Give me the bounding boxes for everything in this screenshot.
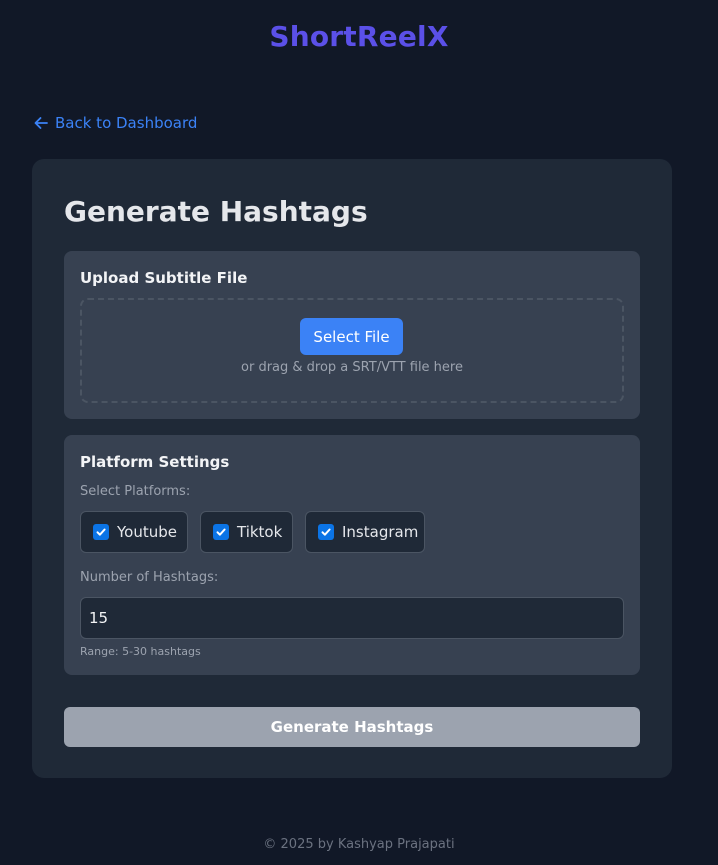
platform-settings-section: Platform Settings Select Platforms: Yout… xyxy=(64,435,640,675)
page-title: Generate Hashtags xyxy=(64,195,368,228)
check-icon xyxy=(96,528,106,536)
select-platforms-label: Select Platforms: xyxy=(80,484,191,499)
platform-section-title: Platform Settings xyxy=(80,453,230,471)
platform-option-tiktok[interactable]: Tiktok xyxy=(200,511,293,553)
platform-label: Tiktok xyxy=(237,523,283,541)
upload-section-title: Upload Subtitle File xyxy=(80,269,248,287)
check-icon xyxy=(321,528,331,536)
platform-option-instagram[interactable]: Instagram xyxy=(305,511,425,553)
upload-section: Upload Subtitle File Select File or drag… xyxy=(64,251,640,419)
check-icon xyxy=(216,528,226,536)
youtube-checkbox[interactable] xyxy=(93,524,109,540)
page: ShortReelX Back to Dashboard Generate Ha… xyxy=(0,0,718,865)
generate-hashtags-card: Generate Hashtags Upload Subtitle File S… xyxy=(32,159,672,778)
range-hint: Range: 5-30 hashtags xyxy=(80,645,201,658)
platform-option-youtube[interactable]: Youtube xyxy=(80,511,188,553)
tiktok-checkbox[interactable] xyxy=(213,524,229,540)
back-link-label: Back to Dashboard xyxy=(55,114,198,132)
arrow-left-icon xyxy=(34,117,48,129)
select-file-button[interactable]: Select File xyxy=(300,318,403,355)
dropzone-hint: or drag & drop a SRT/VTT file here xyxy=(241,360,463,375)
file-dropzone[interactable]: Select File or drag & drop a SRT/VTT fil… xyxy=(80,298,624,403)
footer-copyright: © 2025 by Kashyap Prajapati xyxy=(263,837,455,852)
hashtag-count-label: Number of Hashtags: xyxy=(80,570,219,585)
instagram-checkbox[interactable] xyxy=(318,524,334,540)
hashtag-count-input[interactable] xyxy=(80,597,624,639)
platform-label: Instagram xyxy=(342,523,419,541)
brand-logo[interactable]: ShortReelX xyxy=(0,20,718,53)
generate-hashtags-button[interactable]: Generate Hashtags xyxy=(64,707,640,747)
back-to-dashboard-link[interactable]: Back to Dashboard xyxy=(34,114,197,132)
platform-label: Youtube xyxy=(117,523,177,541)
